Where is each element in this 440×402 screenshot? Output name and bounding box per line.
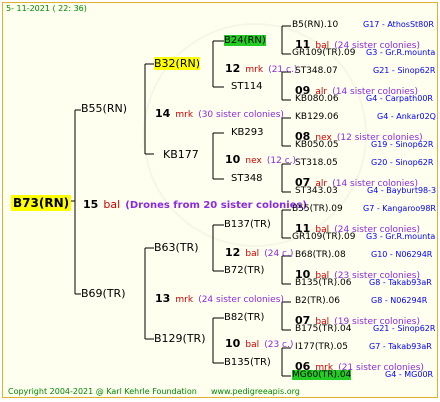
gen4-bot-info: G21 - Sinop62R (373, 324, 436, 333)
gen4-top-info: G7 - Takab93aR (369, 342, 432, 351)
gen4-top-info: G20 - Sinop62R (371, 158, 434, 167)
gen3-node[interactable]: KB293 (231, 128, 264, 138)
gen2-node[interactable]: B32(RN) (154, 57, 200, 70)
gen4-top-ancestor[interactable]: B5(RN).10 (292, 21, 338, 30)
gen4-top-info: G8 - N06294R (371, 296, 428, 305)
gen4-bot-info: G3 - Gr.R.mounta (366, 232, 436, 241)
footer-copyright: Copyright 2004-2021 @ Karl Kehrle Founda… (8, 387, 197, 396)
gen2-count: 10 (225, 153, 241, 166)
gen4-bot-info: G4 - Carpath00R (366, 94, 433, 103)
gen4-bot-ancestor[interactable]: B135(TR).06 (295, 279, 351, 288)
gen4-bot-ancestor[interactable]: ST343.03 (295, 187, 338, 196)
gen2-mark: bal (245, 340, 260, 350)
gen4-top-ancestor[interactable]: B55(TR).09 (292, 205, 343, 214)
gen4-top-info: G17 - AthosSt80R (363, 20, 434, 29)
gen1-father-note: (24 sister colonies) (198, 295, 284, 305)
gen3-node-name[interactable]: B24(RN) (224, 35, 266, 46)
gen1-father-drones: 13 mrk (24 sister colonies) (155, 289, 284, 305)
gen2-mark: nex (245, 156, 262, 166)
root-queen[interactable]: B73(RN) (11, 194, 72, 211)
gen4-top-info: G10 - N06294R (371, 250, 433, 259)
gen1-father-mark: mrk (175, 295, 194, 305)
gen2-node[interactable]: KB177 (163, 149, 199, 160)
gen4-bot-info: G4 - Bayburt98-3 (367, 186, 437, 195)
gen4-top-info: G7 - Kangaroo98R (363, 204, 436, 213)
gen4-bot-info: G4 - MG00R (385, 370, 434, 379)
gen1-mother-count: 14 (155, 107, 171, 120)
gen1-mother-mark: mrk (175, 110, 194, 120)
gen4-bot-info: G3 - Gr.R.mounta (366, 48, 436, 57)
gen1-mother[interactable]: B55(RN) (81, 103, 127, 114)
root-mark: bal (103, 198, 121, 211)
gen2-mark: bal (245, 249, 260, 259)
root-note: (Drones from 20 sister colonies) (125, 200, 307, 211)
gen4-bot-info: G19 - Sinop62R (371, 140, 434, 149)
gen1-mother-note: (30 sister colonies) (198, 110, 284, 120)
gen4-bot-ancestor[interactable]: MG60(TR).04 (292, 370, 352, 380)
gen4-bot-ancestor[interactable]: B175(TR).04 (295, 325, 351, 334)
gen3-node[interactable]: B72(TR) (224, 266, 264, 276)
gen2-drones: 10 nex (12 c.) (225, 150, 296, 166)
report-date: 5- 11-2021 ( 22: 36) (6, 4, 87, 13)
gen4-bot-ancestor[interactable]: GR109(TR).09 (292, 49, 356, 58)
gen4-top-ancestor[interactable]: ST348.07 (295, 67, 338, 76)
gen2-note: (24 c.) (264, 249, 294, 259)
gen1-mother-drones: 14 mrk (30 sister colonies) (155, 104, 284, 120)
gen3-node[interactable]: ST114 (231, 82, 263, 92)
root-count: 15 (83, 198, 99, 211)
gen4-bot-ancestor[interactable]: GR109(TR).09 (292, 233, 356, 242)
gen4-top-ancestor[interactable]: B2(TR).06 (295, 297, 340, 306)
root-drone-info: 15 bal (Drones from 20 sister colonies) (83, 195, 307, 211)
gen3-node[interactable]: B82(TR) (224, 313, 264, 323)
gen2-drones: 12 mrk (21 c.) (225, 59, 297, 75)
gen4-top-ancestor[interactable]: KB129.06 (295, 113, 339, 122)
gen2-drones: 10 bal (23 c.) (225, 334, 293, 350)
gen1-father-count: 13 (155, 292, 171, 305)
gen2-note: (12 c.) (266, 156, 297, 166)
gen1-father[interactable]: B69(TR) (81, 288, 126, 299)
gen2-mark: mrk (245, 65, 264, 75)
gen3-node[interactable]: B24(RN) (224, 35, 266, 46)
gen2-note: (21 c.) (268, 65, 298, 75)
gen2-drones: 12 bal (24 c.) (225, 243, 293, 259)
gen4-bot-ancestor[interactable]: KB080.06 (295, 95, 339, 104)
gen4-bot-info: G8 - Takab93aR (369, 278, 432, 287)
gen2-node[interactable]: B63(TR) (154, 242, 199, 253)
gen4-top-ancestor[interactable]: I177(TR).05 (295, 343, 348, 352)
gen4-top-info: G4 - Ankar02Q (377, 112, 436, 121)
gen2-node[interactable]: B129(TR) (154, 333, 206, 344)
gen3-node[interactable]: B137(TR) (224, 220, 271, 230)
gen4-top-info: G21 - Sinop62R (373, 66, 436, 75)
pedigree-canvas: 5- 11-2021 ( 22: 36) B73(RN) 15 bal (Dro… (2, 2, 438, 398)
gen2-node-name[interactable]: B32(RN) (154, 57, 200, 70)
gen2-note: (23 c.) (264, 340, 294, 350)
gen4-top-ancestor[interactable]: B68(TR).08 (295, 251, 346, 260)
gen2-count: 12 (225, 62, 241, 75)
gen4-top-ancestor[interactable]: ST318.05 (295, 159, 338, 168)
footer-url[interactable]: www.pedigreeapis.org (211, 388, 300, 396)
gen4-bot-ancestor-name[interactable]: MG60(TR).04 (292, 370, 352, 380)
gen3-node[interactable]: B135(TR) (224, 358, 271, 368)
gen2-count: 12 (225, 246, 241, 259)
gen3-node[interactable]: ST348 (231, 174, 263, 184)
gen2-count: 10 (225, 337, 241, 350)
root-queen-name[interactable]: B73(RN) (11, 195, 72, 211)
gen4-bot-ancestor[interactable]: KB050.05 (295, 141, 339, 150)
